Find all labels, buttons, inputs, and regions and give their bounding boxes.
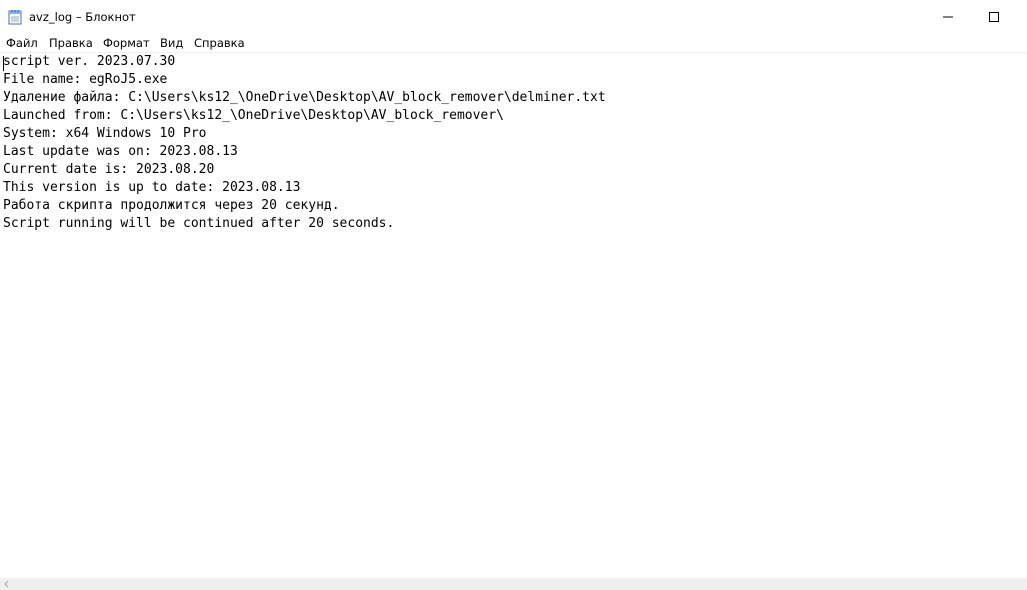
minimize-button[interactable]: [925, 0, 971, 34]
title-bar[interactable]: avz_log – Блокнот: [0, 0, 1027, 34]
minimize-icon: [943, 16, 953, 18]
window-title: avz_log – Блокнот: [29, 10, 136, 24]
text-line: Current date is: 2023.08.20: [3, 162, 215, 177]
text-line: Script running will be continued after 2…: [3, 216, 395, 231]
menu-view[interactable]: Вид: [160, 36, 183, 50]
menu-file[interactable]: Файл: [6, 36, 38, 50]
text-line: File name: egRoJ5.exe: [3, 72, 168, 87]
menu-bar: Файл Правка Формат Вид Справка: [0, 34, 1027, 53]
notepad-icon: [8, 10, 22, 25]
menu-format[interactable]: Формат: [103, 36, 150, 50]
text-line: script ver. 2023.07.30: [3, 54, 176, 69]
menu-help[interactable]: Справка: [194, 36, 245, 50]
notepad-window: avz_log – Блокнот Файл Правка Формат Вид…: [0, 0, 1027, 590]
maximize-button[interactable]: [971, 0, 1017, 34]
horizontal-scrollbar[interactable]: [0, 578, 1027, 590]
text-line: Удаление файла: C:\Users\ks12_\OneDrive\…: [3, 90, 606, 105]
text-editor[interactable]: script ver. 2023.07.30 File name: egRoJ5…: [0, 53, 1027, 578]
text-line: Работа скрипта продолжится через 20 секу…: [3, 198, 340, 213]
text-line: This version is up to date: 2023.08.13: [3, 180, 301, 195]
scroll-left-icon[interactable]: [3, 580, 11, 588]
text-line: Launched from: C:\Users\ks12_\OneDrive\D…: [3, 108, 504, 123]
menu-edit[interactable]: Правка: [49, 36, 93, 50]
maximize-icon: [989, 12, 999, 22]
text-line: Last update was on: 2023.08.13: [3, 144, 238, 159]
text-line: System: x64 Windows 10 Pro: [3, 126, 207, 141]
